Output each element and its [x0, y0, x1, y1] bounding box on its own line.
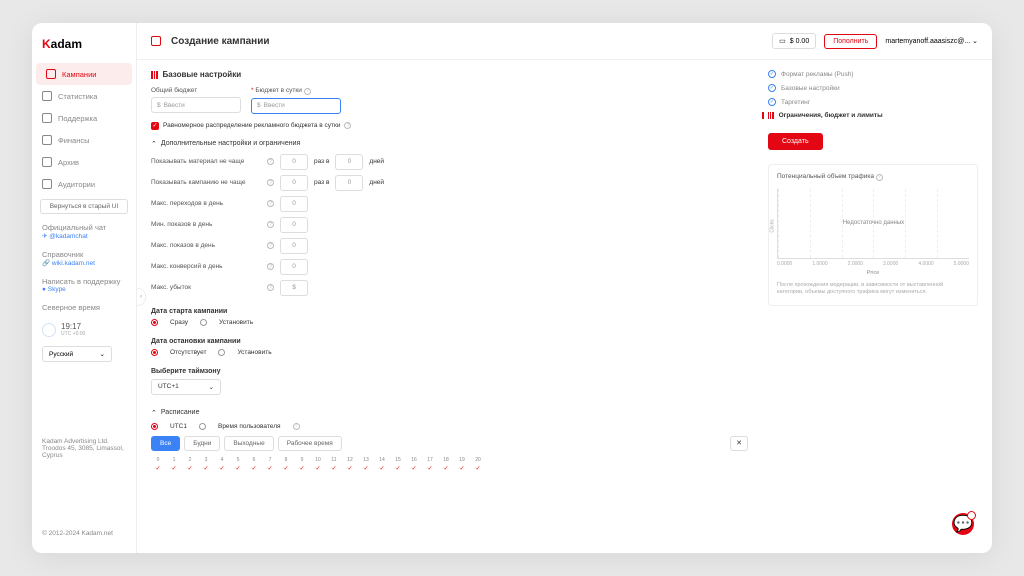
- tz-select[interactable]: UTC+1⌄: [151, 379, 221, 395]
- ref-block: Справочник 🔗 wiki.kadam.net: [32, 245, 136, 272]
- footer-copy: © 2012-2024 Kadam.net: [32, 530, 136, 543]
- support-block: Написать в поддержку ● Skype: [32, 272, 136, 298]
- label-daily-budget: * Бюджет в сутки ?: [251, 87, 341, 95]
- nav-stats[interactable]: Статистика: [32, 85, 136, 107]
- schedule-toggle[interactable]: ⌃Расписание: [151, 409, 748, 417]
- create-button[interactable]: Создать: [768, 133, 823, 150]
- old-ui-button[interactable]: Вернуться в старый UI: [40, 199, 128, 214]
- chart-icon: [42, 91, 52, 101]
- form-column: Базовые настройки Общий бюджет $Ввести *…: [151, 70, 748, 539]
- chat-link[interactable]: ✈ @kadamchat: [42, 232, 126, 240]
- hour-header: 01234567891011121314151617181920: [151, 457, 748, 463]
- page-title: Создание кампании: [171, 36, 270, 47]
- inp-mat-days[interactable]: 0: [335, 154, 363, 170]
- btn-weekdays[interactable]: Будни: [184, 436, 220, 451]
- input-total-budget[interactable]: $Ввести: [151, 97, 241, 113]
- radio-utc[interactable]: [151, 423, 158, 430]
- inp-max-loss[interactable]: $: [280, 280, 308, 296]
- chart-xaxis: 0.00001.00002.00003.00004.00005.0000: [777, 261, 969, 267]
- nav-finance[interactable]: Финансы: [32, 129, 136, 151]
- app-window: Kadam Кампании Статистика Поддержка Фина…: [32, 23, 992, 553]
- start-date-title: Дата старта кампании: [151, 308, 748, 315]
- chart-note: После прохождения модерации, в зависимос…: [777, 282, 969, 297]
- radio-stop-none[interactable]: [151, 349, 158, 356]
- step-format[interactable]: ✓Формат рекламы (Push): [768, 70, 978, 78]
- label-total-budget: Общий бюджет: [151, 87, 241, 94]
- folder-icon: [46, 69, 56, 79]
- nav-audience[interactable]: Аудитории: [32, 173, 136, 195]
- inp-camp-days[interactable]: 0: [335, 175, 363, 191]
- chat-fab[interactable]: 💬: [952, 513, 974, 535]
- chevron-down-icon: ⌄: [100, 350, 105, 358]
- content: Базовые настройки Общий бюджет $Ввести *…: [137, 60, 992, 553]
- right-column: ✓Формат рекламы (Push) ✓Базовые настройк…: [768, 70, 978, 539]
- nav-campaigns[interactable]: Кампании: [36, 63, 132, 85]
- footer-addr: Kadam Advertising Ltd. Troodos 45, 3085,…: [32, 432, 136, 465]
- inp-camp-count[interactable]: 0: [280, 175, 308, 191]
- topup-button[interactable]: Пополнить: [824, 34, 877, 49]
- inp-max-clicks[interactable]: 0: [280, 196, 308, 212]
- btn-all[interactable]: Все: [151, 436, 180, 451]
- sidebar: Kadam Кампании Статистика Поддержка Фина…: [32, 23, 137, 553]
- traffic-chart: Потенциальный объем трафика ? Clicks Нед…: [768, 164, 978, 306]
- hour-ticks: ✓✓✓✓✓✓✓✓✓✓✓✓✓✓✓✓✓✓✓✓✓: [151, 465, 748, 472]
- balance: ▭ $ 0.00: [772, 33, 816, 49]
- radio-usertime[interactable]: [199, 423, 206, 430]
- people-icon: [42, 179, 52, 189]
- input-daily-budget[interactable]: $Ввести: [251, 98, 341, 114]
- ref-link[interactable]: 🔗 wiki.kadam.net: [42, 259, 126, 267]
- lbl-max-clicks: Макс. переходов в день: [151, 200, 261, 207]
- lang-select[interactable]: Русский⌄: [42, 346, 112, 362]
- folder-icon: [151, 36, 161, 46]
- archive-icon: [42, 157, 52, 167]
- lbl-max-shows: Макс. показов в день: [151, 242, 261, 249]
- heart-icon: [42, 113, 52, 123]
- lbl-show-material: Показывать материал не чаще: [151, 158, 261, 165]
- skype-link[interactable]: ● Skype: [42, 286, 126, 293]
- extra-toggle[interactable]: ⌃Дополнительные настройки и ограничения: [151, 140, 748, 148]
- lbl-show-campaign: Показывать кампанию не чаще: [151, 179, 261, 186]
- even-dist-checkbox[interactable]: ✓Равномерное распределение рекламного бю…: [151, 122, 748, 130]
- chart-ylabel: Clicks: [770, 219, 776, 232]
- wallet-icon: [42, 135, 52, 145]
- chat-block: Официальный чат ✈ @kadamchat: [32, 218, 136, 245]
- btn-work[interactable]: Рабочее время: [278, 436, 342, 451]
- step-targeting[interactable]: ✓Таргетинг: [768, 98, 978, 106]
- user-menu[interactable]: martemyanoff.aaasiszc@... ⌄: [885, 37, 978, 45]
- lbl-max-conv: Макс. конверсий в день: [151, 263, 261, 270]
- chevron-down-icon: ⌄: [209, 383, 214, 391]
- step-basic[interactable]: ✓Базовые настройки: [768, 84, 978, 92]
- lbl-min-shows: Мин. показов в день: [151, 221, 261, 228]
- clock-icon: [42, 323, 56, 337]
- nav-support[interactable]: Поддержка: [32, 107, 136, 129]
- inp-max-shows[interactable]: 0: [280, 238, 308, 254]
- steps: ✓Формат рекламы (Push) ✓Базовые настройк…: [768, 70, 978, 119]
- inp-min-shows[interactable]: 0: [280, 217, 308, 233]
- nav-archive[interactable]: Архив: [32, 151, 136, 173]
- btn-weekend[interactable]: Выходные: [224, 436, 273, 451]
- lbl-max-loss: Макс. убыток: [151, 284, 261, 291]
- radio-stop-set[interactable]: [218, 349, 225, 356]
- btn-close-schedule[interactable]: ✕: [730, 436, 748, 451]
- radio-start-now[interactable]: [151, 319, 158, 326]
- stop-date-title: Дата остановки кампании: [151, 338, 748, 345]
- chart-area: Clicks Недостаточно данных: [777, 189, 969, 259]
- servertime-label: Северное время: [32, 298, 136, 317]
- inp-max-conv[interactable]: 0: [280, 259, 308, 275]
- section-basic: Базовые настройки: [151, 70, 748, 79]
- tz-title: Выберите таймзону: [151, 368, 748, 375]
- servertime: 19:17UTC +0:00: [32, 317, 136, 342]
- chart-xlabel: Price: [777, 270, 969, 276]
- chevron-up-icon: ⌃: [151, 409, 157, 417]
- logo: Kadam: [32, 33, 136, 63]
- inp-mat-count[interactable]: 0: [280, 154, 308, 170]
- topbar: Создание кампании ▭ $ 0.00 Пополнить mar…: [137, 23, 992, 60]
- main: Создание кампании ▭ $ 0.00 Пополнить mar…: [137, 23, 992, 553]
- radio-start-set[interactable]: [200, 319, 207, 326]
- chevron-up-icon: ⌃: [151, 140, 157, 148]
- step-limits[interactable]: Ограничения, бюджет и лимиты: [762, 112, 978, 119]
